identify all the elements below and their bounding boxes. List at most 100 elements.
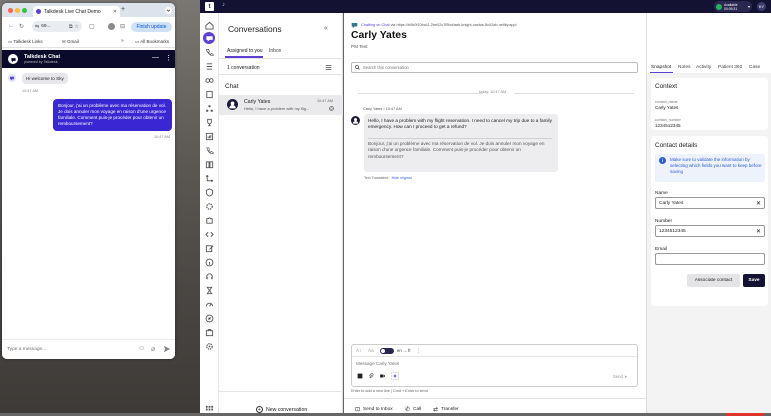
bookmark-gmail[interactable]: ✉ Gmail <box>62 39 79 45</box>
headset-icon[interactable] <box>205 272 214 281</box>
hourglass-icon[interactable] <box>205 286 214 295</box>
conversations-title: Conversations <box>228 24 282 34</box>
number-field[interactable]: 1234512345 ✕ <box>655 225 765 237</box>
hide-original-link[interactable]: Hide original <box>392 176 412 180</box>
voicemail-icon[interactable] <box>205 76 214 85</box>
phone-icon[interactable] <box>205 48 214 57</box>
transfer-icon: ⇄ <box>433 407 439 413</box>
save-label: Save <box>748 278 760 283</box>
org-chart-icon[interactable] <box>205 104 214 113</box>
all-bookmarks-folder[interactable]: ▭ All Bookmarks <box>135 39 169 45</box>
send-to-inbox-button[interactable]: ⊡ Send to Inbox <box>355 406 393 413</box>
minimize-widget-icon[interactable]: — <box>152 54 159 61</box>
close-tab-icon[interactable]: ✕ <box>113 9 117 15</box>
admin-settings-icon[interactable] <box>205 342 214 351</box>
briefcase-icon[interactable] <box>205 328 214 337</box>
callback-icon[interactable] <box>205 146 214 155</box>
info-circle-icon[interactable] <box>205 258 214 267</box>
list-icon[interactable] <box>205 62 214 71</box>
status-label: Available <box>724 2 738 7</box>
send-icon[interactable] <box>163 345 171 353</box>
collapse-panel-icon[interactable]: « <box>324 25 328 32</box>
clear-name-icon[interactable]: ✕ <box>756 200 761 207</box>
attach-icon[interactable]: ⌀ <box>151 345 155 353</box>
user-avatar[interactable]: KY <box>757 2 766 11</box>
video-icon[interactable] <box>379 373 386 379</box>
translate-toggle[interactable] <box>380 348 394 354</box>
bookmark-label: Gmail <box>67 39 79 44</box>
divider <box>368 138 552 139</box>
compass-icon[interactable] <box>205 314 214 323</box>
conversation-search[interactable] <box>351 62 638 73</box>
flow-icon[interactable] <box>205 174 214 183</box>
finish-update-button[interactable]: Finish update <box>131 22 172 32</box>
ai-sparkle-icon[interactable] <box>391 372 399 380</box>
status-selector[interactable]: Available 00:05:31 ▾ <box>714 1 752 12</box>
attachment-icon[interactable] <box>368 373 374 379</box>
site-settings-icon[interactable]: ⇆ <box>35 24 39 30</box>
more-bookmarks-icon[interactable]: » <box>121 38 124 44</box>
tab-search-icon[interactable] <box>165 7 172 14</box>
clear-number-icon[interactable]: ✕ <box>756 228 761 235</box>
composer-input[interactable] <box>356 359 626 367</box>
side-header-bg <box>647 13 771 73</box>
browser-tab[interactable]: Talkdesk Live Chat Demo ✕ <box>33 6 120 17</box>
call-button[interactable]: ✆ Call <box>405 406 421 413</box>
reload-icon[interactable]: ↻ <box>19 23 24 30</box>
name-field[interactable]: Carly Yates ✕ <box>655 197 765 209</box>
email-field[interactable] <box>655 253 765 265</box>
notifications-bell-icon[interactable]: ♪ <box>222 2 225 8</box>
bookmark-talkdesk-links[interactable]: ▭ Talkdesk Links <box>8 39 43 45</box>
chat-widget-composer: ☺ ⌀ <box>2 339 175 359</box>
bookmark-star-icon[interactable]: ☆ <box>75 24 79 30</box>
close-window-button[interactable] <box>8 8 13 13</box>
transfer-button[interactable]: ⇄ Transfer <box>433 406 459 413</box>
gauge-icon[interactable] <box>205 300 214 309</box>
maximize-window-button[interactable] <box>22 8 27 13</box>
back-arrow-icon[interactable]: ← <box>8 23 14 29</box>
new-tab-button[interactable]: + <box>121 6 125 13</box>
new-conversation-button[interactable]: + New conversation <box>256 406 307 413</box>
text-style-icon[interactable]: Aa <box>368 348 374 353</box>
canned-response-icon[interactable] <box>357 373 363 379</box>
tab-patient-360[interactable]: Patient 360 <box>718 65 742 70</box>
tab-case[interactable]: Case <box>749 65 760 70</box>
book-icon[interactable] <box>205 160 214 169</box>
send-button[interactable]: Send ➤ <box>613 374 627 379</box>
shield-icon[interactable] <box>205 188 214 197</box>
filter-list-icon[interactable] <box>325 64 332 71</box>
search-conversation-input[interactable] <box>363 65 623 70</box>
reports-icon[interactable] <box>205 132 214 141</box>
associate-contact-button[interactable]: Associate contact <box>687 274 740 287</box>
tab-assigned-to-you[interactable]: Assigned to you <box>227 48 263 54</box>
text-format-icon[interactable]: A↕ <box>356 348 361 353</box>
tab-notes[interactable]: Notes <box>678 65 691 70</box>
home-icon[interactable] <box>205 21 214 30</box>
widget-message-input[interactable] <box>7 344 127 354</box>
more-options-icon[interactable]: ⋮ <box>416 348 421 354</box>
emoji-icon[interactable]: ☺ <box>138 345 145 352</box>
address-bar[interactable]: ⇆ 69... ⧉ ☆ <box>32 21 82 32</box>
puzzle-icon[interactable] <box>205 216 214 225</box>
tab-activity[interactable]: Activity <box>696 65 711 70</box>
conversations-icon[interactable] <box>205 34 214 43</box>
sidepanel-icon[interactable]: ⊟ <box>120 23 125 30</box>
save-button[interactable]: Save <box>743 274 765 287</box>
date-divider: today, 10:47 AM <box>479 90 507 94</box>
conversation-list-item[interactable]: Carly Yates 10:47 AM Hello, I have a pro… <box>219 95 343 115</box>
language-pair[interactable]: en → fr <box>397 348 411 353</box>
trophy-icon[interactable] <box>205 118 214 127</box>
code-icon[interactable] <box>205 230 214 239</box>
contacts-icon[interactable] <box>205 90 214 99</box>
widget-menu-icon[interactable]: ⋮ <box>165 54 172 62</box>
edit-icon[interactable] <box>205 244 214 253</box>
tab-inbox[interactable]: Inbox <box>269 48 281 54</box>
app-top-bar: t ♪ Available 00:05:31 ▾ KY <box>200 0 771 13</box>
bot-message-bubble: Hi welcome to Sky <box>22 73 68 84</box>
minimize-window-button[interactable] <box>15 8 20 13</box>
extension-icon[interactable]: ▢ <box>89 23 95 30</box>
profile-avatar[interactable] <box>108 23 115 30</box>
settings-gear-icon[interactable] <box>205 202 214 211</box>
translate-icon[interactable]: ⧉ <box>69 24 73 30</box>
tab-snapshot[interactable]: Snapshot <box>651 65 671 70</box>
